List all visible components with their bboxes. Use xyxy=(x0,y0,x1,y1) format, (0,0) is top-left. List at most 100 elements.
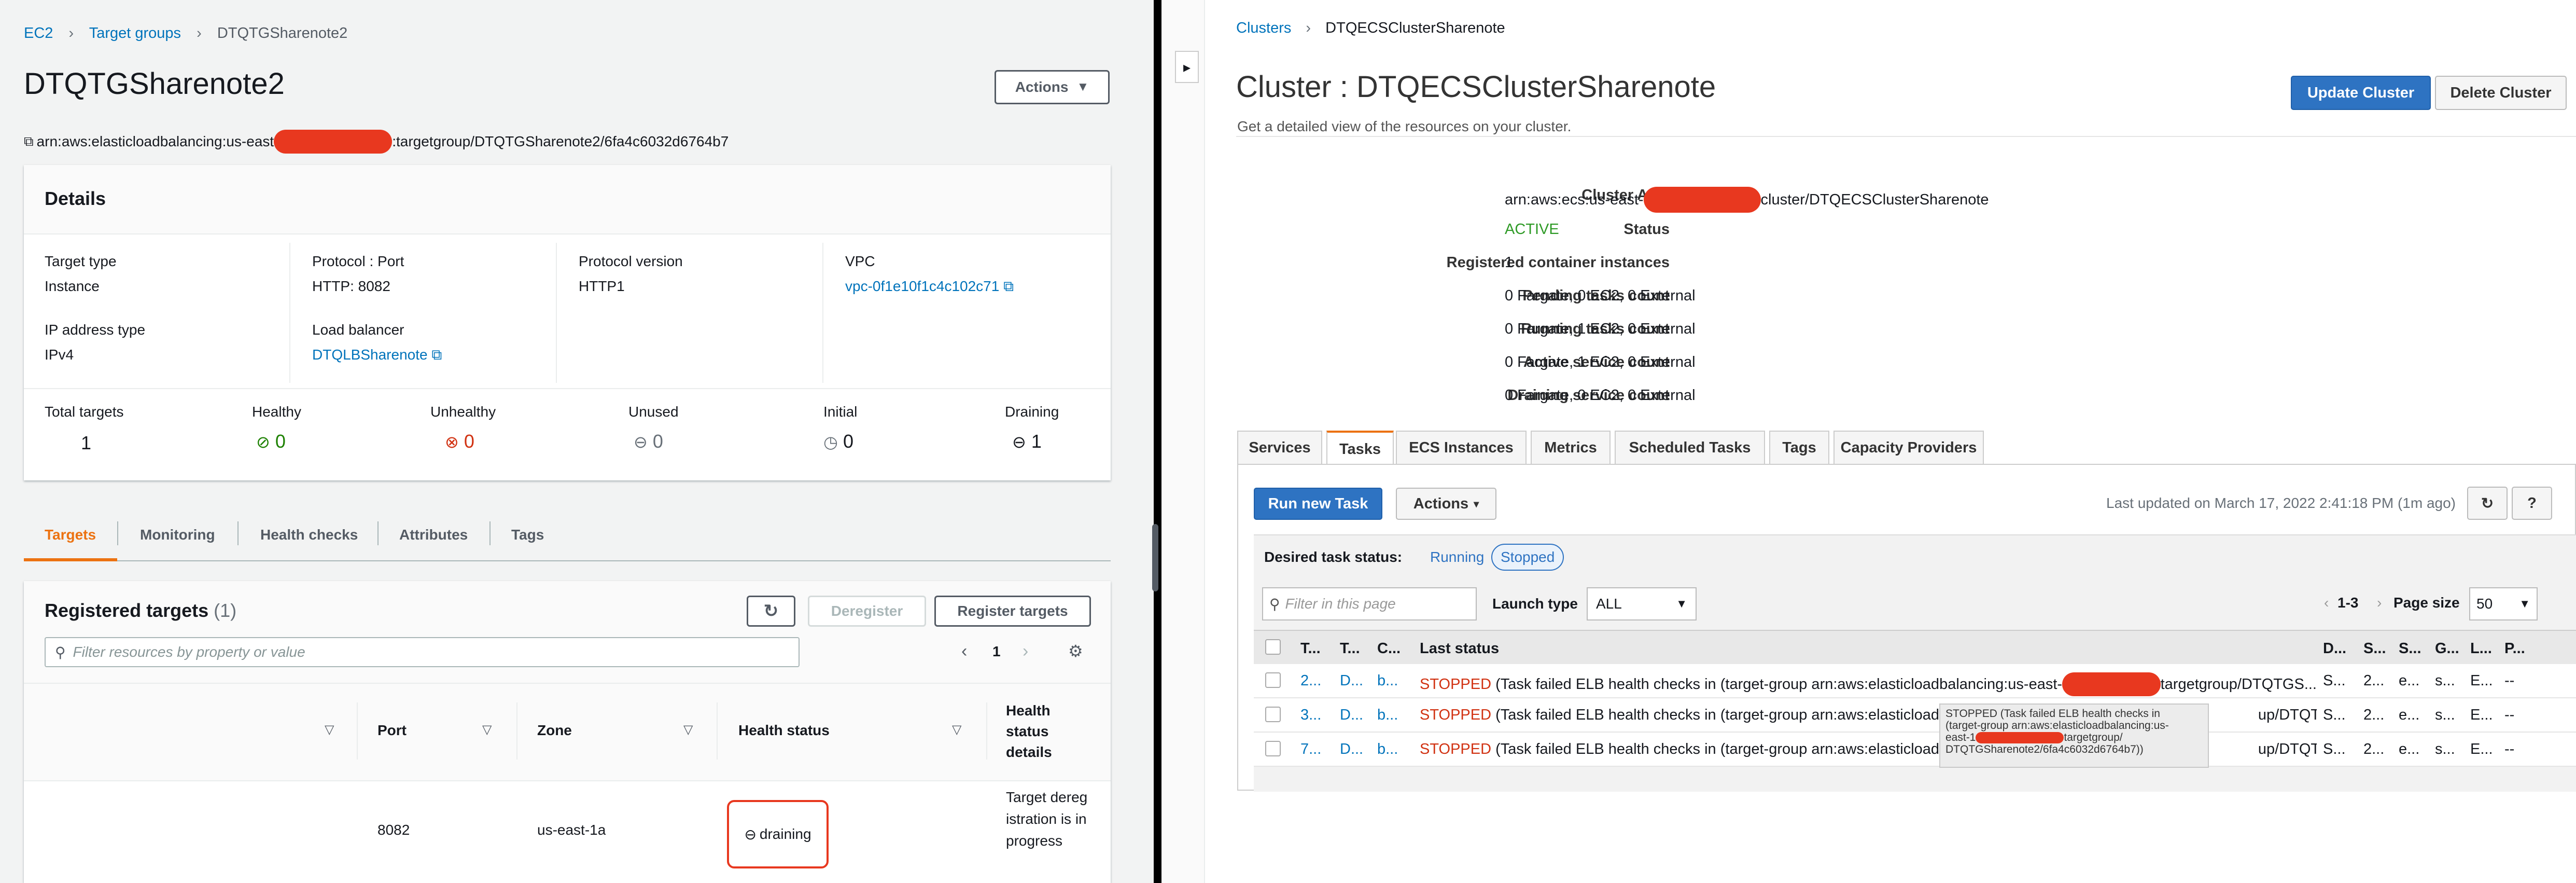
column-group[interactable]: G... xyxy=(2435,640,2459,657)
filter-tasks-input[interactable]: ⚲ Filter in this page xyxy=(1262,587,1477,620)
column-task[interactable]: T... xyxy=(1300,640,1321,657)
task-definition-link[interactable]: D... xyxy=(1340,741,1363,758)
group-value: s... xyxy=(2435,672,2455,689)
ip-address-type-label: IP address type xyxy=(45,322,146,338)
tab-ecs-instances[interactable]: ECS Instances xyxy=(1396,431,1527,464)
table-row: 3... D... b... STOPPED (Task failed ELB … xyxy=(1254,698,2576,733)
total-targets-label: Total targets xyxy=(45,404,124,420)
update-cluster-button[interactable]: Update Cluster xyxy=(2291,76,2431,110)
task-definition-link[interactable]: D... xyxy=(1340,707,1363,724)
tab-services[interactable]: Services xyxy=(1237,431,1322,464)
sort-icon[interactable]: ▽ xyxy=(482,722,492,737)
desired-status-value: S... xyxy=(2323,672,2346,689)
tasks-panel: Run new Task Actions ▾ Last updated on M… xyxy=(1237,464,2576,792)
running-tasks-value: 0 Fargate, 1 EC2, 0 External xyxy=(1505,321,1696,337)
column-port[interactable]: Port xyxy=(377,722,407,739)
tasks-actions-button[interactable]: Actions ▾ xyxy=(1396,488,1496,520)
desired-running-option[interactable]: Running xyxy=(1430,549,1484,565)
cluster-arn-suffix: cluster/DTQECSClusterSharenote xyxy=(1760,191,1989,208)
breadcrumb-ec2[interactable]: EC2 xyxy=(24,25,53,42)
container-instance-link[interactable]: b... xyxy=(1377,707,1398,724)
column-started-at[interactable]: S... xyxy=(2363,640,2386,657)
task-id-link[interactable]: 2... xyxy=(1300,672,1321,689)
row-checkbox[interactable] xyxy=(1265,741,1281,756)
column-zone[interactable]: Zone xyxy=(537,722,572,739)
search-icon: ⚲ xyxy=(55,644,66,660)
next-page-icon[interactable]: › xyxy=(1023,641,1028,661)
column-health-details[interactable]: Health status details xyxy=(1006,700,1068,763)
run-new-task-button[interactable]: Run new Task xyxy=(1254,488,1382,520)
sort-icon[interactable]: ▽ xyxy=(683,722,693,737)
minus-circle-icon: ⊖ xyxy=(744,826,757,843)
redaction-mark xyxy=(274,130,393,154)
breadcrumb-target-groups[interactable]: Target groups xyxy=(89,25,181,42)
load-balancer-label: Load balancer xyxy=(312,322,404,338)
launch-type-select[interactable]: ALL ▼ xyxy=(1587,587,1697,620)
cluster-title: Cluster : DTQECSClusterSharenote xyxy=(1236,70,1716,104)
next-page-icon[interactable]: › xyxy=(2377,595,2382,611)
healthy-count: ⊘ 0 xyxy=(256,431,286,452)
desired-status-bar: Desired task status: Running Stopped xyxy=(1254,534,2576,582)
breadcrumb: EC2 › Target groups › DTQTGSharenote2 xyxy=(24,25,359,42)
column-container-instance[interactable]: C... xyxy=(1377,640,1401,657)
settings-gear-icon[interactable]: ⚙ xyxy=(1068,641,1083,661)
row-checkbox[interactable] xyxy=(1265,707,1281,722)
container-instance-link[interactable]: b... xyxy=(1377,741,1398,758)
column-health-status[interactable]: Health status xyxy=(738,722,830,739)
tab-targets[interactable]: Targets xyxy=(45,527,96,543)
tooltip-line: east-1 targetgroup/ xyxy=(1945,732,2203,743)
refresh-button[interactable]: ↻ xyxy=(747,596,795,627)
tasks-actions-label: Actions xyxy=(1413,495,1469,512)
tab-capacity-providers[interactable]: Capacity Providers xyxy=(1833,431,1984,464)
registered-targets-card: Registered targets (1) ↻ Deregister Regi… xyxy=(24,581,1111,883)
split-pane-handle[interactable] xyxy=(1152,524,1158,591)
desired-stopped-option[interactable]: Stopped xyxy=(1491,544,1564,571)
breadcrumb-clusters[interactable]: Clusters xyxy=(1236,20,1291,36)
prev-page-icon[interactable]: ‹ xyxy=(961,641,967,661)
copy-icon[interactable]: ⧉ xyxy=(24,133,34,150)
column-desired-status[interactable]: D... xyxy=(2323,640,2346,657)
caret-down-icon: ▼ xyxy=(1676,597,1687,610)
row-checkbox[interactable] xyxy=(1265,672,1281,688)
tooltip-text: targetgroup/ xyxy=(2064,732,2123,743)
delete-cluster-button[interactable]: Delete Cluster xyxy=(2435,76,2567,110)
task-id-link[interactable]: 3... xyxy=(1300,707,1321,724)
filter-targets-input[interactable]: ⚲ Filter resources by property or value xyxy=(45,637,800,667)
prev-page-icon[interactable]: ‹ xyxy=(2324,595,2329,611)
deregister-button[interactable]: Deregister xyxy=(808,596,926,627)
expand-nav-icon[interactable]: ▸ xyxy=(1175,51,1199,83)
help-button[interactable]: ? xyxy=(2512,487,2552,520)
page-number[interactable]: 1 xyxy=(992,643,1001,660)
sort-icon[interactable]: ▽ xyxy=(952,722,961,737)
register-targets-button[interactable]: Register targets xyxy=(934,596,1091,627)
tab-tags[interactable]: Tags xyxy=(511,527,544,543)
task-id-link[interactable]: 7... xyxy=(1300,741,1321,758)
tab-tags[interactable]: Tags xyxy=(1769,431,1829,464)
page-size-select[interactable]: 50 ▼ xyxy=(2469,587,2538,620)
tab-metrics[interactable]: Metrics xyxy=(1531,431,1611,464)
column-platform[interactable]: P... xyxy=(2504,640,2525,657)
column-task-definition[interactable]: T... xyxy=(1340,640,1360,657)
select-all-checkbox[interactable] xyxy=(1265,639,1281,655)
refresh-button[interactable]: ↻ xyxy=(2467,487,2508,520)
load-balancer-link[interactable]: DTQLBSharenote ⧉ xyxy=(312,347,442,364)
health-status-value: draining xyxy=(759,826,811,842)
sort-icon[interactable]: ▽ xyxy=(325,722,334,737)
tab-monitoring[interactable]: Monitoring xyxy=(140,527,215,543)
refresh-icon: ↻ xyxy=(763,601,779,621)
started-at-value: 2... xyxy=(2363,741,2385,757)
column-last-status[interactable]: Last status xyxy=(1420,640,1499,657)
actions-button[interactable]: Actions ▼ xyxy=(995,70,1110,104)
column-launch-type[interactable]: L... xyxy=(2470,640,2492,657)
tab-health-checks[interactable]: Health checks xyxy=(260,527,358,543)
refresh-icon: ↻ xyxy=(2481,495,2494,512)
container-instance-link[interactable]: b... xyxy=(1377,672,1398,689)
column-started-by[interactable]: S... xyxy=(2399,640,2421,657)
tab-attributes[interactable]: Attributes xyxy=(399,527,468,543)
cluster-arn-value: arn:aws:ecs:us-east- cluster/DTQECSClust… xyxy=(1505,187,1989,213)
target-type-value: Instance xyxy=(45,278,100,294)
task-definition-link[interactable]: D... xyxy=(1340,672,1363,689)
tab-tasks[interactable]: Tasks xyxy=(1326,431,1394,466)
vpc-link[interactable]: vpc-0f1e10f1c4c102c71 ⧉ xyxy=(845,278,1014,295)
tab-scheduled-tasks[interactable]: Scheduled Tasks xyxy=(1615,431,1765,464)
